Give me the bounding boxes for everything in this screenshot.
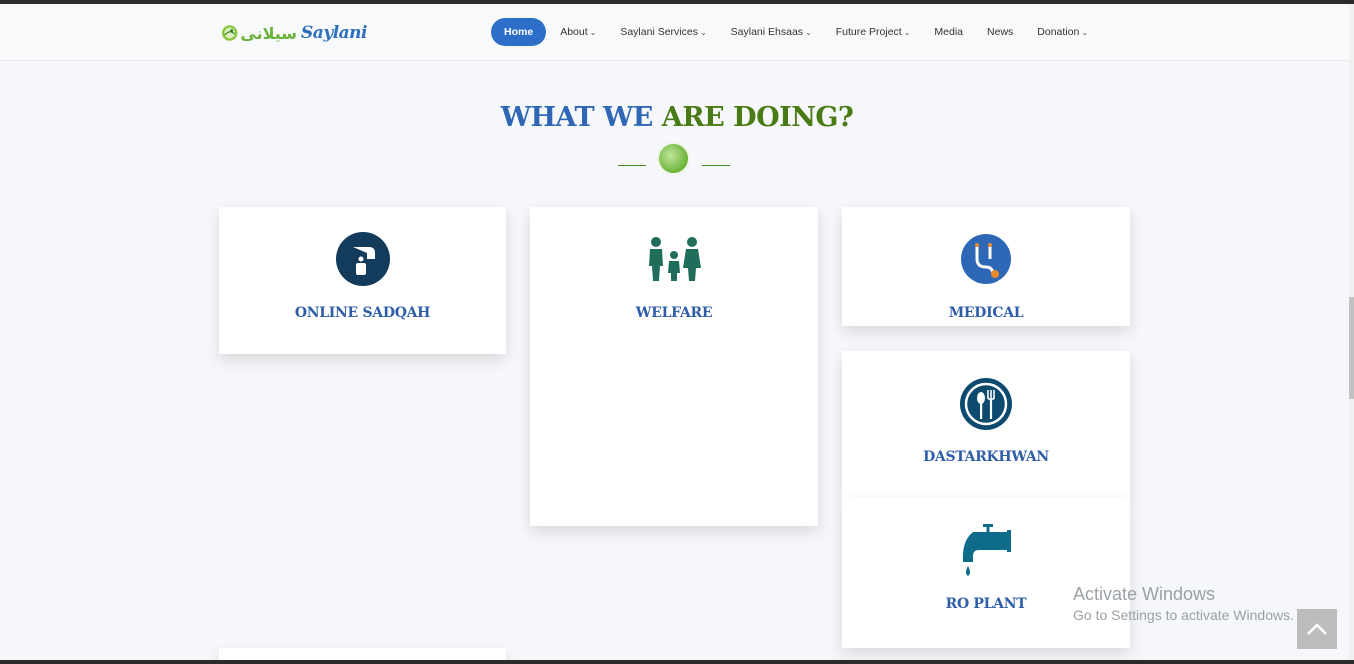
title-divider bbox=[618, 142, 730, 176]
nav-item-saylani-ehsaas[interactable]: Saylani Ehsaas ⌄ bbox=[719, 18, 824, 46]
saylani-logo[interactable]: سیلانی Saylani bbox=[221, 14, 367, 52]
watermark-subtitle: Go to Settings to activate Windows. bbox=[1073, 607, 1294, 623]
nav-item-media[interactable]: Media bbox=[922, 18, 975, 46]
chevron-down-icon: ⌄ bbox=[1081, 28, 1089, 37]
donation-hand-icon bbox=[335, 232, 390, 286]
title-part-blue: WHAT WE bbox=[500, 102, 654, 133]
divider-emblem-icon bbox=[657, 142, 690, 175]
card-medical[interactable]: MEDICAL bbox=[842, 207, 1130, 326]
main-nav: Home About ⌄ Saylani Services ⌄ Saylani Eh… bbox=[491, 18, 1100, 46]
nav-item-label: About bbox=[560, 26, 588, 38]
card-online-sadqah[interactable]: ONLINE SADQAH bbox=[219, 207, 506, 354]
nav-item-label: Saylani Services bbox=[620, 26, 698, 38]
nav-item-future-project[interactable]: Future Project ⌄ bbox=[824, 18, 923, 46]
bottom-border bbox=[0, 660, 1354, 664]
nav-item-label: Future Project bbox=[835, 26, 902, 38]
divider-line-left bbox=[618, 165, 646, 166]
scroll-to-top-button[interactable] bbox=[1297, 609, 1337, 649]
nav-item-label: News bbox=[987, 26, 1014, 38]
logo-emblem-icon bbox=[221, 25, 238, 41]
watermark-title: Activate Windows bbox=[1073, 584, 1216, 604]
card-label: ONLINE SADQAH bbox=[294, 305, 431, 321]
nav-item-saylani-services[interactable]: Saylani Services ⌄ bbox=[608, 18, 718, 46]
chevron-down-icon: ⌄ bbox=[699, 28, 707, 37]
stethoscope-icon bbox=[961, 234, 1011, 284]
section-title: WHAT WE ARE DOING? bbox=[0, 102, 1354, 133]
chevron-down-icon: ⌄ bbox=[805, 28, 812, 37]
scrollbar-thumb[interactable] bbox=[1349, 297, 1354, 399]
nav-item-label: Home bbox=[504, 26, 534, 38]
nav-item-about[interactable]: About ⌄ bbox=[548, 18, 608, 46]
nav-item-label: Donation bbox=[1037, 26, 1080, 38]
water-tap-icon bbox=[963, 524, 1011, 576]
family-icon bbox=[649, 237, 701, 281]
card-label: WELFARE bbox=[635, 305, 713, 321]
card-label: DASTARKHWAN bbox=[923, 449, 1049, 465]
card-ro-plant[interactable]: RO PLANT bbox=[842, 498, 1130, 648]
card-welfare[interactable]: WELFARE bbox=[530, 207, 818, 526]
logo-urdu-text: سیلانی bbox=[240, 23, 298, 43]
site-header: سیلانی Saylani Home About ⌄ Saylani Servi… bbox=[0, 4, 1354, 61]
card-label: MEDICAL bbox=[948, 305, 1024, 321]
divider-line-right bbox=[702, 165, 730, 166]
card-dastarkhwan[interactable]: DASTARKHWAN bbox=[842, 351, 1130, 498]
nav-item-label: Media bbox=[934, 26, 964, 38]
nav-item-home[interactable]: Home bbox=[491, 18, 547, 46]
chevron-down-icon: ⌄ bbox=[589, 28, 597, 37]
spoon-fork-icon bbox=[960, 378, 1012, 430]
nav-item-news[interactable]: News bbox=[975, 18, 1025, 46]
nav-item-label: Saylani Ehsaas bbox=[730, 26, 804, 38]
title-part-green: ARE DOING? bbox=[661, 102, 854, 133]
nav-item-donation[interactable]: Donation ⌄ bbox=[1025, 18, 1100, 46]
chevron-down-icon: ⌄ bbox=[903, 28, 911, 37]
chevron-up-icon bbox=[1307, 623, 1327, 635]
logo-wordmark: Saylani bbox=[301, 23, 367, 43]
windows-activation-watermark: Activate Windows Go to Settings to activ… bbox=[1073, 584, 1294, 623]
